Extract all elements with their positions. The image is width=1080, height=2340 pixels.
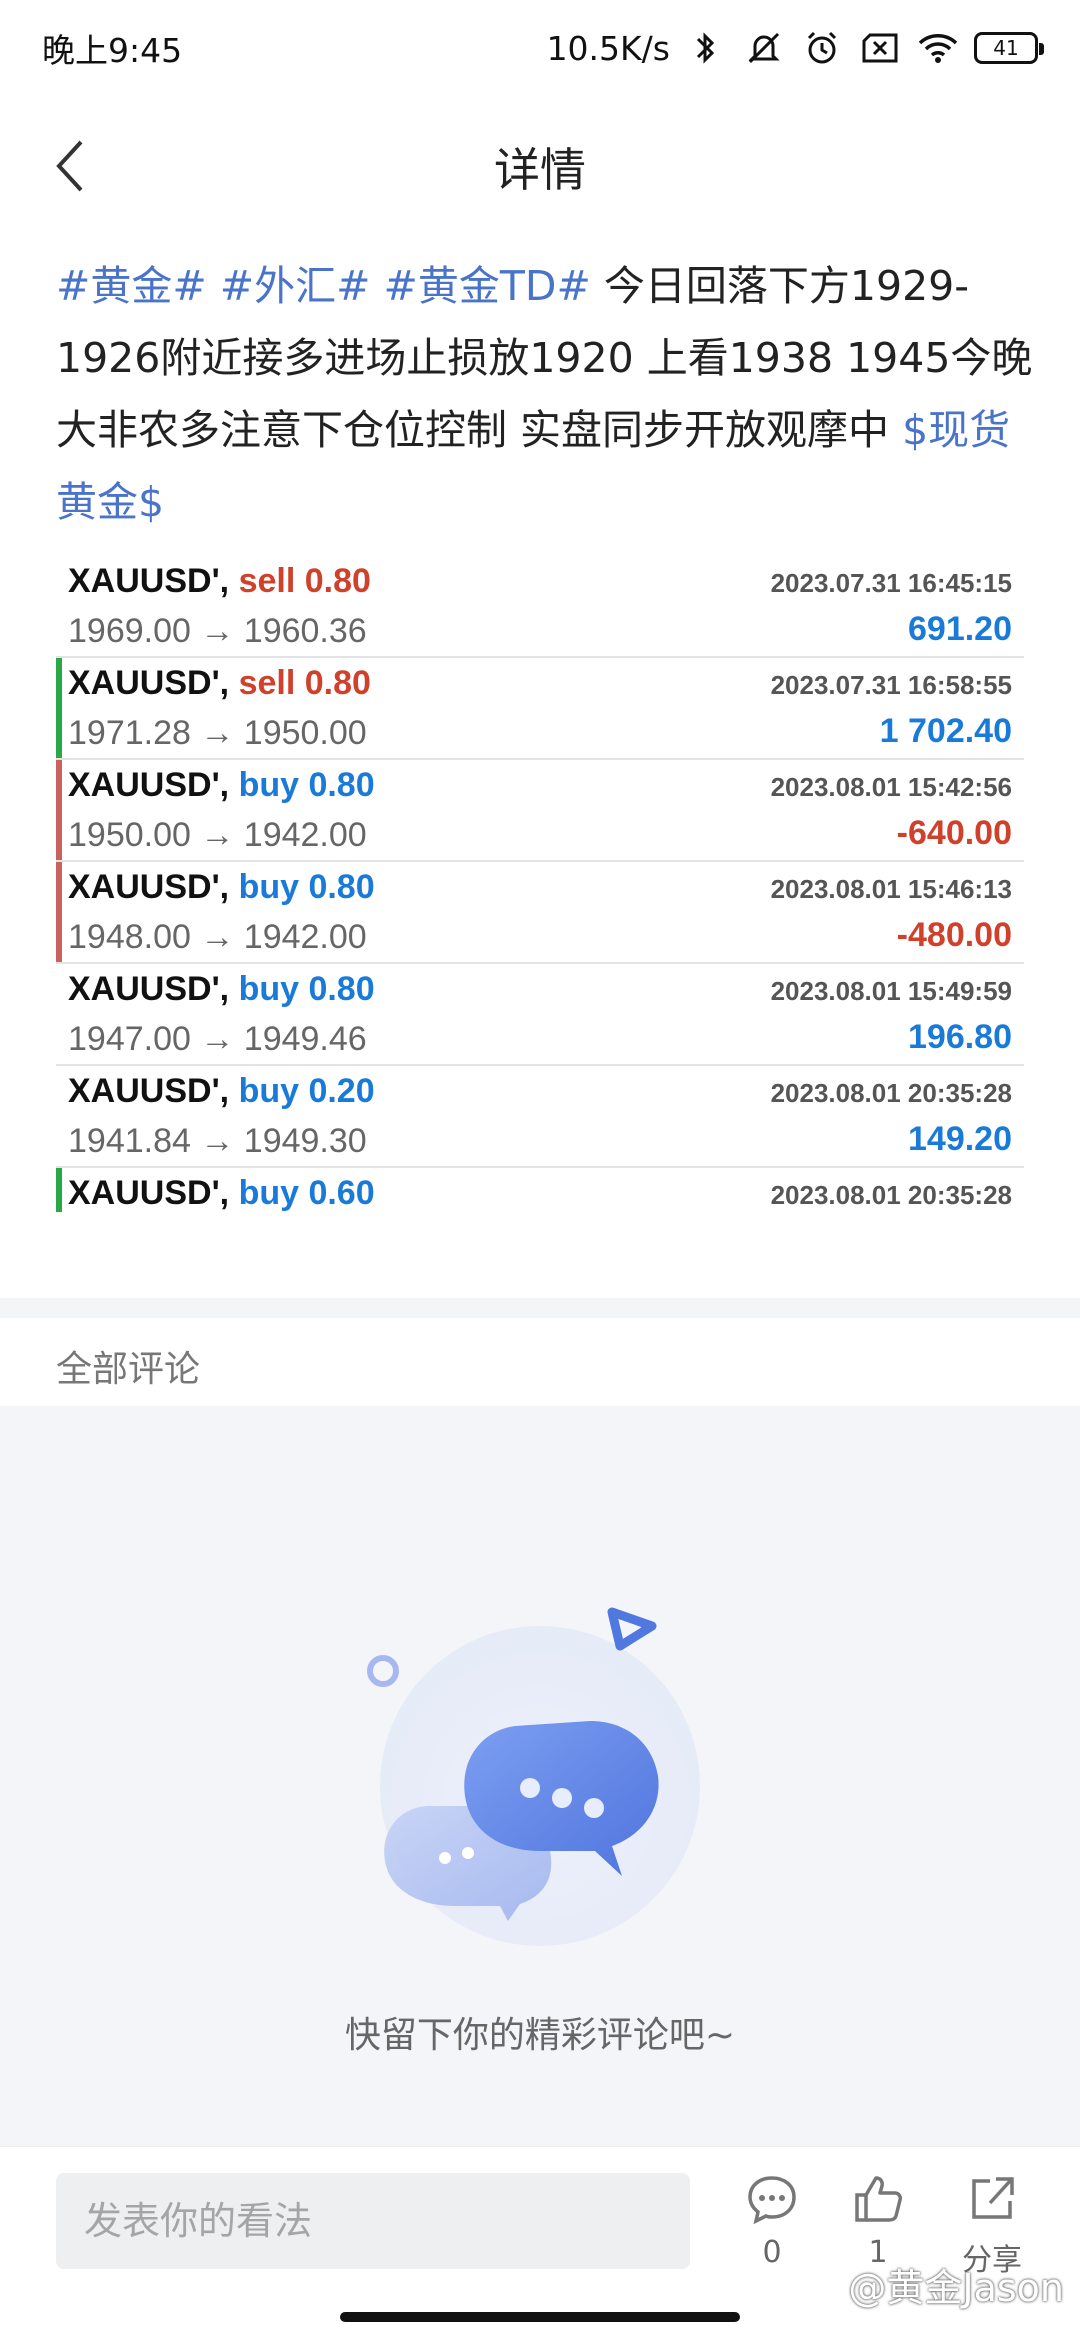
watermark: @黄金Jason	[848, 2266, 1064, 2310]
post-text: #黄金# #外汇# #黄金TD# 今日回落下方1929-1926附近接多进场止损…	[56, 250, 1036, 538]
trade-records[interactable]: XAUUSD', sell 0.80 2023.07.31 16:45:15 196…	[56, 556, 1024, 1212]
trade-symbol-text: XAUUSD',	[68, 562, 230, 600]
comment-count: 0	[762, 2235, 782, 2270]
trade-symbol: XAUUSD', buy 0.20	[68, 1072, 375, 1111]
trade-time: 2023.08.01 15:46:13	[770, 874, 1012, 904]
empty-comments-text: 快留下你的精彩评论吧~	[344, 2015, 736, 2056]
trade-prices: 1947.00 → 1949.46	[68, 1020, 367, 1058]
hashtag-gold[interactable]: #黄金#	[56, 262, 207, 310]
trade-symbol-text: XAUUSD',	[68, 868, 230, 906]
bluetooth-icon	[684, 26, 728, 70]
trade-time: 2023.08.01 20:35:28	[770, 1078, 1012, 1108]
trade-side: buy 0.60	[238, 1174, 375, 1212]
comment-bubble-icon	[748, 2176, 796, 2225]
trade-prices: 1950.00 → 1942.00	[68, 816, 367, 854]
share-icon	[972, 2177, 1014, 2219]
trade-marker	[56, 760, 62, 860]
trade-profit: 691.20	[908, 610, 1012, 648]
trade-row: XAUUSD', buy 0.80 2023.08.01 15:46:13 1948…	[56, 862, 1024, 964]
trade-profit: 149.20	[908, 1120, 1012, 1158]
alarm-icon	[800, 26, 844, 70]
net-speed: 10.5K/s	[546, 28, 670, 68]
trade-side: buy 0.20	[238, 1072, 375, 1110]
trade-row: XAUUSD', sell 0.80 2023.07.31 16:58:55 197…	[56, 658, 1024, 760]
trade-time: 2023.07.31 16:45:15	[770, 568, 1012, 598]
trade-row: XAUUSD', buy 0.60 2023.08.01 20:35:28	[56, 1168, 1024, 1212]
home-indicator[interactable]	[340, 2312, 740, 2322]
trade-row: XAUUSD', buy 0.80 2023.08.01 15:49:59 1947…	[56, 964, 1024, 1066]
trade-time: 2023.08.01 15:49:59	[770, 976, 1012, 1006]
hashtag-forex[interactable]: #外汇#	[220, 262, 371, 310]
trade-profit: -640.00	[896, 814, 1012, 852]
wifi-icon	[916, 26, 960, 70]
trade-symbol: XAUUSD', sell 0.80	[68, 562, 371, 601]
trade-profit: 196.80	[908, 1018, 1012, 1056]
trade-time: 2023.07.31 16:58:55	[770, 670, 1012, 700]
trade-marker	[56, 658, 62, 758]
comments-area: 快留下你的精彩评论吧~	[0, 1406, 1080, 2146]
trade-side: buy 0.80	[238, 970, 375, 1008]
nav-bar: 详情	[0, 96, 1080, 236]
empty-comments-illustration	[367, 1607, 700, 1946]
trade-prices: 1969.00 → 1960.36	[68, 612, 367, 650]
trade-symbol: XAUUSD', sell 0.80	[68, 664, 371, 703]
status-bar: 晚上9:45 10.5K/s 41	[0, 0, 1080, 96]
comment-input[interactable]	[56, 2173, 690, 2269]
bottom-action-bar: 0 1 分享 @黄金Jason	[0, 2146, 1080, 2340]
like-button[interactable]: 1	[833, 2173, 923, 2270]
trade-prices: 1948.00 → 1942.00	[68, 918, 367, 956]
section-divider	[0, 1298, 1080, 1318]
trade-row: XAUUSD', buy 0.80 2023.08.01 15:42:56 1950…	[56, 760, 1024, 862]
trade-profit: 1 702.40	[879, 712, 1012, 750]
trade-side: buy 0.80	[238, 766, 375, 804]
battery-indicator: 41	[974, 32, 1044, 64]
comment-button[interactable]: 0	[727, 2173, 817, 2270]
trade-symbol: XAUUSD', buy 0.80	[68, 868, 375, 907]
trade-time: 2023.08.01 20:35:28	[770, 1180, 1012, 1210]
status-time: 晚上9:45	[42, 31, 183, 70]
trade-symbol: XAUUSD', buy 0.60	[68, 1174, 375, 1212]
page-title: 详情	[494, 143, 586, 197]
trade-profit: -480.00	[896, 916, 1012, 954]
mute-bell-icon	[742, 26, 786, 70]
hashtag-gold-td[interactable]: #黄金TD#	[384, 262, 591, 310]
trade-symbol: XAUUSD', buy 0.80	[68, 766, 375, 805]
trade-symbol-text: XAUUSD',	[68, 766, 230, 804]
trade-row: XAUUSD', sell 0.80 2023.07.31 16:45:15 196…	[56, 556, 1024, 658]
trade-symbol-text: XAUUSD',	[68, 1174, 230, 1212]
trade-symbol-text: XAUUSD',	[68, 1072, 230, 1110]
trade-side: sell 0.80	[238, 664, 371, 702]
trade-symbol-text: XAUUSD',	[68, 970, 230, 1008]
trade-row: XAUUSD', buy 0.20 2023.08.01 20:35:28 1941…	[56, 1066, 1024, 1168]
trade-side: buy 0.80	[238, 868, 375, 906]
comments-title: 全部评论	[56, 1349, 201, 1390]
no-sim-icon	[858, 26, 902, 70]
trade-prices: 1971.28 → 1950.00	[68, 714, 367, 752]
trade-symbol-text: XAUUSD',	[68, 664, 230, 702]
trade-marker	[56, 862, 62, 962]
trade-side: sell 0.80	[238, 562, 371, 600]
trade-time: 2023.08.01 15:42:56	[770, 772, 1012, 802]
trade-prices: 1941.84 → 1949.30	[68, 1122, 367, 1160]
status-icons: 10.5K/s 41	[546, 26, 1044, 70]
trade-marker	[56, 1168, 62, 1212]
trade-symbol: XAUUSD', buy 0.80	[68, 970, 375, 1009]
thumbs-up-icon	[855, 2176, 902, 2222]
